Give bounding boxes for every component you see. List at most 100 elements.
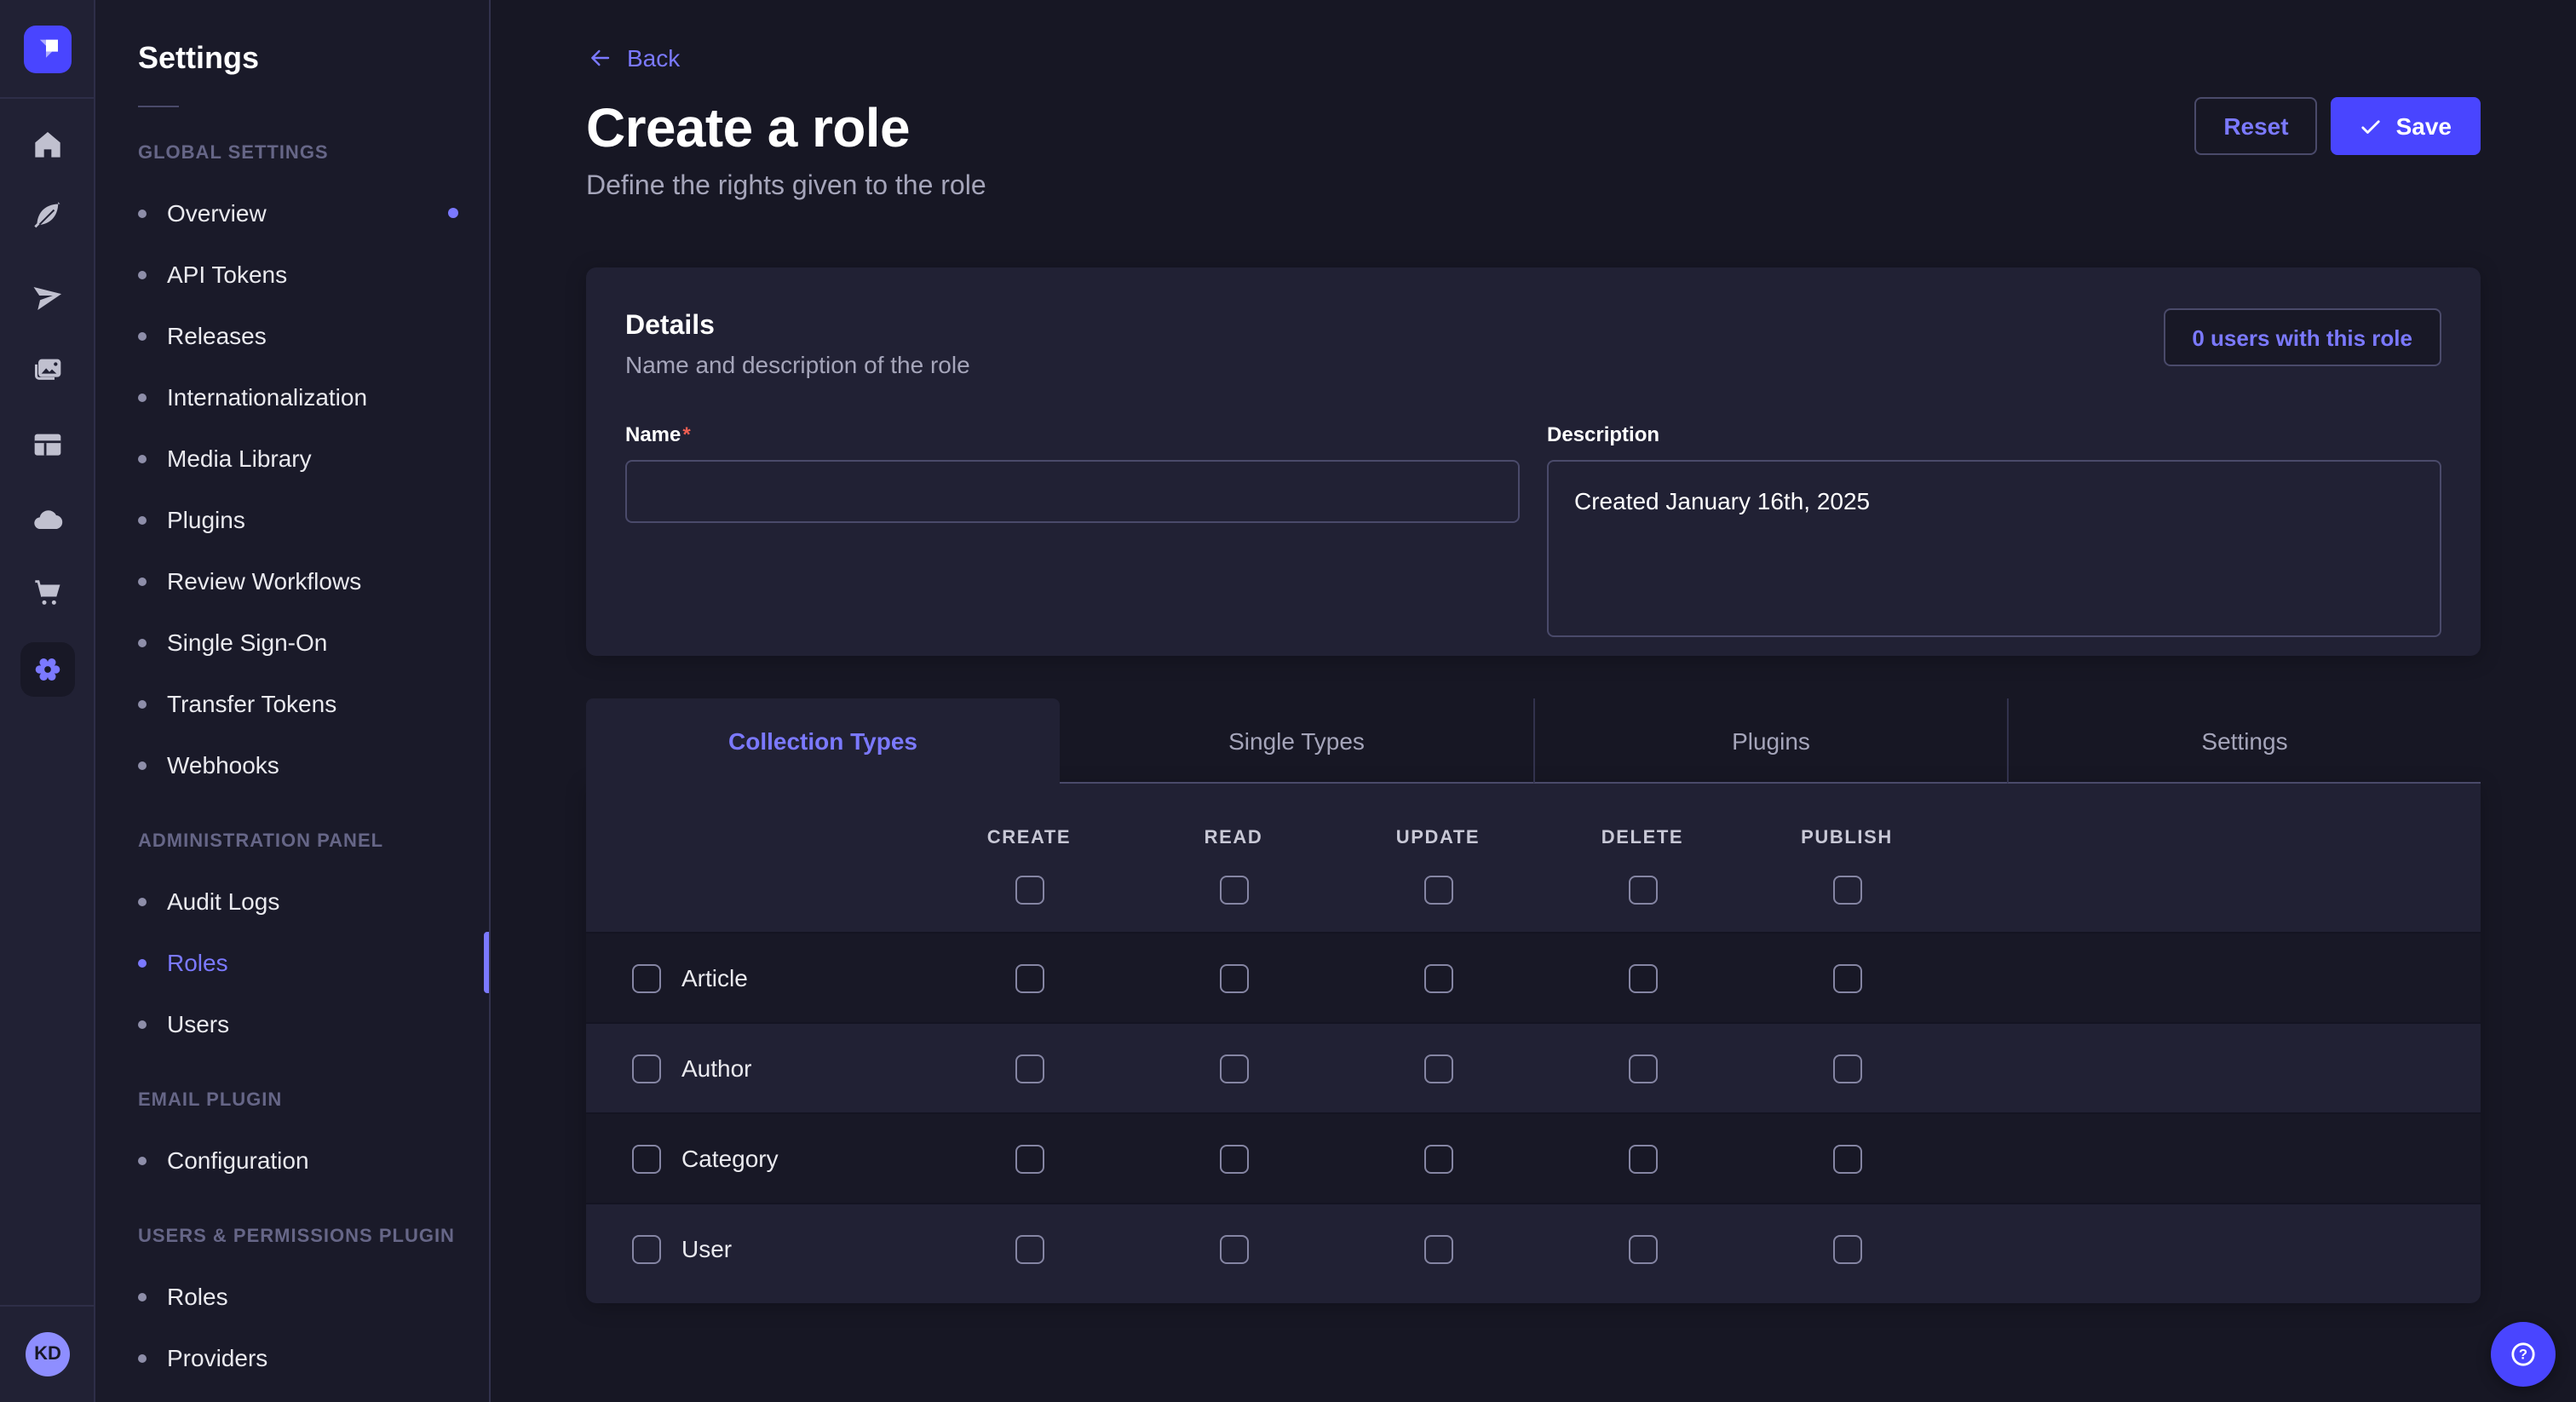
rail-divider (0, 97, 94, 99)
sidebar-item-overview[interactable]: Overview (95, 182, 489, 244)
sidebar-item-api-tokens[interactable]: API Tokens (95, 244, 489, 305)
category-read-checkbox[interactable] (1219, 1144, 1248, 1173)
nav-section: GLOBAL SETTINGSOverviewAPI TokensRelease… (95, 138, 489, 796)
bullet-icon (138, 1353, 147, 1362)
name-input[interactable] (625, 460, 1520, 523)
select-all-update-checkbox[interactable] (1423, 876, 1452, 905)
sidebar-item-releases[interactable]: Releases (95, 305, 489, 366)
tab-collection-types[interactable]: Collection Types (586, 698, 1060, 784)
permission-cell (1745, 1054, 1949, 1083)
user-avatar[interactable]: KD (26, 1332, 70, 1376)
sidebar-item-users[interactable]: Users (95, 993, 489, 1054)
sidebar-item-label: Single Sign-On (167, 629, 327, 656)
back-link[interactable]: Back (586, 44, 680, 72)
nav-settings-button[interactable] (20, 642, 75, 697)
permissions-panel: CREATEREADUPDATEDELETEPUBLISH ArticleAut… (586, 784, 2481, 1303)
icon-rail: KD (0, 0, 95, 1402)
nav-releases-button[interactable] (20, 269, 75, 324)
cart-icon (31, 576, 65, 610)
sidebar-item-internationalization[interactable]: Internationalization (95, 366, 489, 428)
article-update-checkbox[interactable] (1423, 963, 1452, 992)
author-update-checkbox[interactable] (1423, 1054, 1452, 1083)
author-delete-checkbox[interactable] (1628, 1054, 1657, 1083)
select-all-delete-checkbox[interactable] (1628, 876, 1657, 905)
nav-deploy-button[interactable] (20, 492, 75, 547)
select-all-create-checkbox[interactable] (1015, 876, 1044, 905)
sidebar-item-plugins[interactable]: Plugins (95, 489, 489, 550)
check-icon (2360, 115, 2383, 137)
nav-list: Configuration (95, 1129, 489, 1191)
permission-cell (927, 963, 1131, 992)
category-update-checkbox[interactable] (1423, 1144, 1452, 1173)
article-read-checkbox[interactable] (1219, 963, 1248, 992)
nav-section-label: EMAIL PLUGIN (95, 1085, 489, 1116)
row-header-cell: User (586, 1234, 927, 1263)
article-select-checkbox[interactable] (632, 963, 661, 992)
column-header-cell: PUBLISH (1745, 821, 1949, 852)
sidebar-item-media-library[interactable]: Media Library (95, 428, 489, 489)
user-select-checkbox[interactable] (632, 1234, 661, 1263)
author-read-checkbox[interactable] (1219, 1054, 1248, 1083)
sidebar-item-providers[interactable]: Providers (95, 1327, 489, 1388)
tab-plugins[interactable]: Plugins (1533, 698, 2007, 784)
save-button[interactable]: Save (2332, 97, 2481, 155)
nav-home-button[interactable] (20, 118, 75, 172)
user-read-checkbox[interactable] (1219, 1234, 1248, 1263)
article-delete-checkbox[interactable] (1628, 963, 1657, 992)
permission-cell (1131, 1144, 1336, 1173)
permission-cell (1540, 1054, 1745, 1083)
sidebar-item-roles[interactable]: Roles (95, 932, 489, 993)
tab-label: Plugins (1732, 727, 1810, 754)
sidebar-item-label: Media Library (167, 445, 312, 472)
nav-media-library-button[interactable] (20, 342, 75, 397)
category-delete-checkbox[interactable] (1628, 1144, 1657, 1173)
sidebar-item-review-workflows[interactable]: Review Workflows (95, 550, 489, 612)
sidebar-item-audit-logs[interactable]: Audit Logs (95, 871, 489, 932)
user-delete-checkbox[interactable] (1628, 1234, 1657, 1263)
user-create-checkbox[interactable] (1015, 1234, 1044, 1263)
author-select-checkbox[interactable] (632, 1054, 661, 1083)
nav-content-type-builder-button[interactable] (20, 417, 75, 472)
reset-button[interactable]: Reset (2194, 97, 2317, 155)
details-fields: Name* Description Created January 16th, … (625, 422, 2441, 646)
sidebar-item-label: Roles (167, 1283, 228, 1310)
sidebar-item-configuration[interactable]: Configuration (95, 1129, 489, 1191)
category-select-checkbox[interactable] (632, 1144, 661, 1173)
users-with-role-button[interactable]: 0 users with this role (2163, 308, 2441, 366)
nav-content-manager-button[interactable] (20, 189, 75, 244)
send-icon (31, 279, 65, 313)
column-header: DELETE (1601, 828, 1683, 848)
article-create-checkbox[interactable] (1015, 963, 1044, 992)
author-create-checkbox[interactable] (1015, 1054, 1044, 1083)
name-field-group: Name* (625, 422, 1520, 523)
nav-marketplace-button[interactable] (20, 566, 75, 620)
bullet-icon (138, 1156, 147, 1164)
category-publish-checkbox[interactable] (1832, 1144, 1861, 1173)
user-publish-checkbox[interactable] (1832, 1234, 1861, 1263)
sidebar-item-webhooks[interactable]: Webhooks (95, 734, 489, 796)
help-button[interactable]: ? (2491, 1322, 2556, 1387)
row-header-cell: Article (586, 963, 927, 992)
subnav-title: Settings (138, 41, 489, 77)
category-create-checkbox[interactable] (1015, 1144, 1044, 1173)
permission-cell (1336, 963, 1540, 992)
workspace-logo-button[interactable] (24, 26, 72, 73)
select-all-publish-checkbox[interactable] (1832, 876, 1861, 905)
user-update-checkbox[interactable] (1423, 1234, 1452, 1263)
sidebar-item-transfer-tokens[interactable]: Transfer Tokens (95, 673, 489, 734)
tab-settings[interactable]: Settings (2007, 698, 2481, 784)
permission-cell (1745, 1144, 1949, 1173)
home-icon (31, 128, 65, 162)
select-all-read-checkbox[interactable] (1219, 876, 1248, 905)
tab-single-types[interactable]: Single Types (1060, 698, 1533, 784)
permission-cell (927, 1054, 1131, 1083)
sidebar-item-roles[interactable]: Roles (95, 1266, 489, 1327)
description-textarea[interactable]: Created January 16th, 2025 (1547, 460, 2441, 637)
page-subtitle: Define the rights given to the role (586, 172, 986, 203)
author-publish-checkbox[interactable] (1832, 1054, 1861, 1083)
main-content: Back Create a role Define the rights giv… (491, 0, 2576, 1402)
sidebar-item-single-sign-on[interactable]: Single Sign-On (95, 612, 489, 673)
subnav-sections: GLOBAL SETTINGSOverviewAPI TokensRelease… (95, 138, 489, 1388)
article-publish-checkbox[interactable] (1832, 963, 1861, 992)
column-header-cell: DELETE (1540, 821, 1745, 852)
